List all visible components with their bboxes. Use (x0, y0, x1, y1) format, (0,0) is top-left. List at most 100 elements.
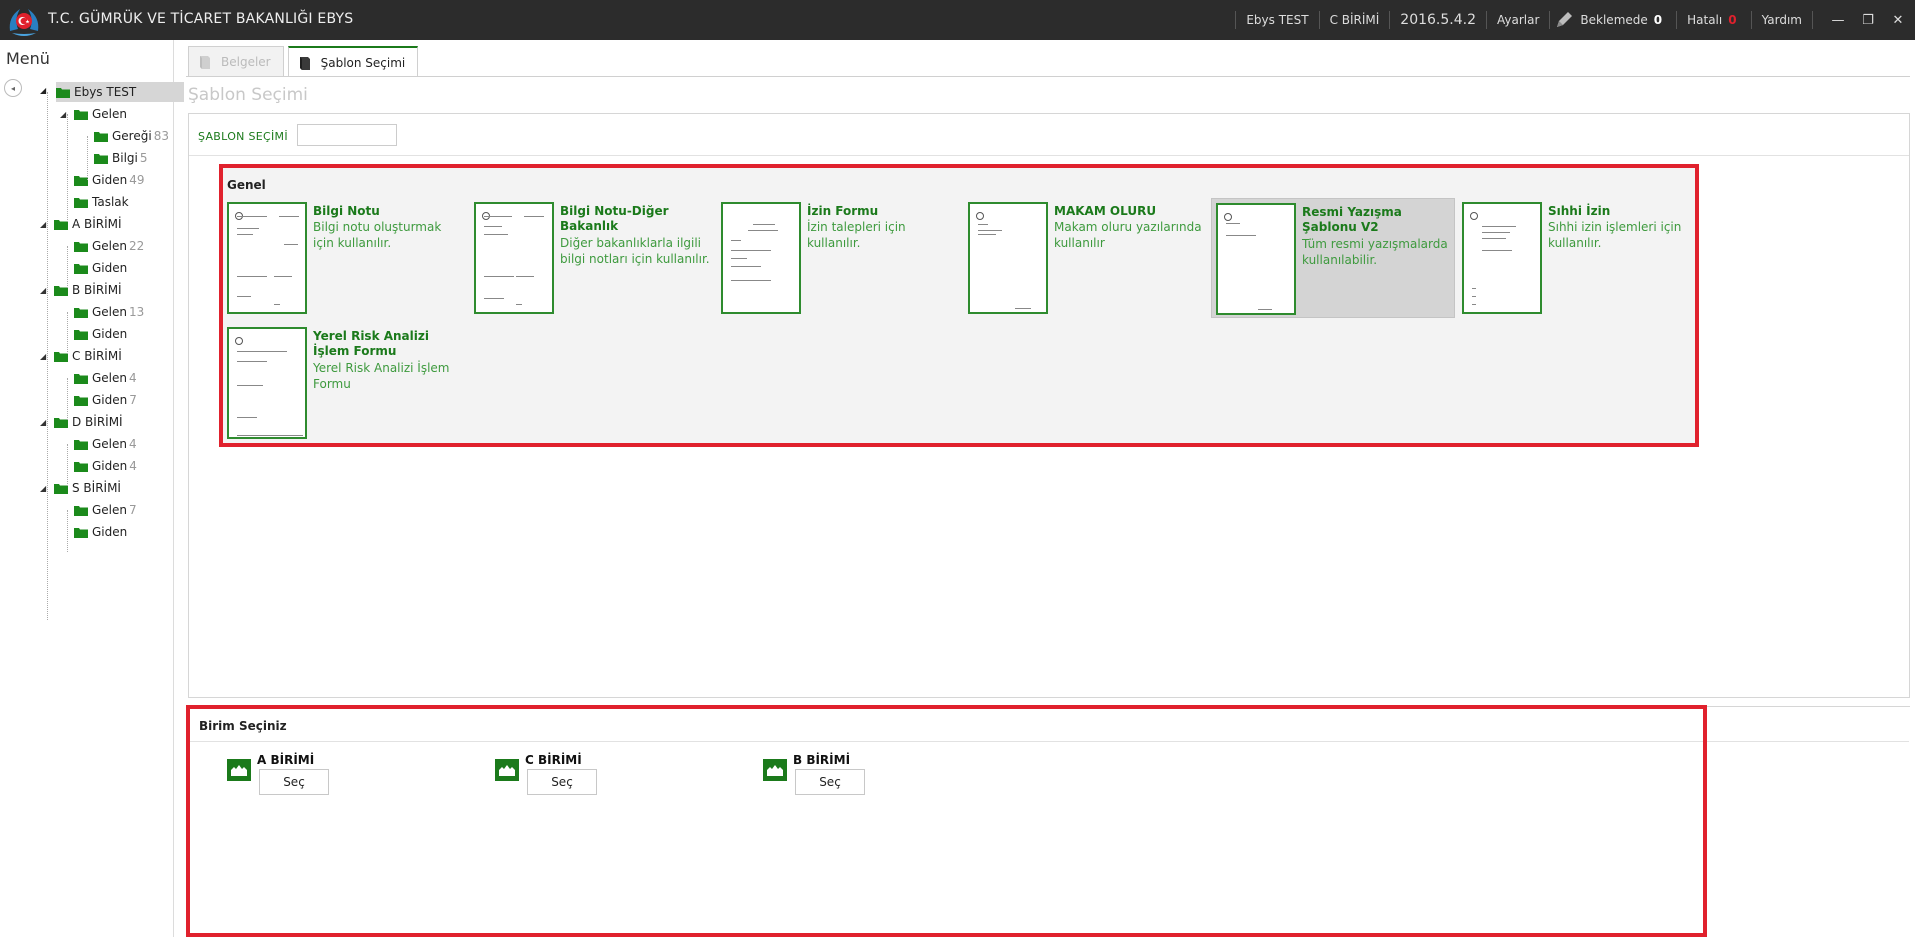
tree-item[interactable]: Giden (60, 258, 127, 278)
folder-icon (94, 153, 108, 164)
thumbnail-text-line (237, 417, 257, 418)
tree-expand-icon[interactable]: ◢ (40, 86, 46, 95)
thumbnail-text-line (748, 230, 778, 231)
template-thumbnail[interactable] (227, 202, 307, 314)
tree-item-label: Ebys TEST (74, 85, 137, 99)
settings-link[interactable]: Ayarlar (1497, 13, 1539, 27)
tab-belgeler[interactable]: Belgeler (188, 46, 284, 76)
tree-item-count: 13 (129, 305, 145, 319)
tree-item[interactable]: ◢ Gelen (60, 104, 127, 124)
tree-item[interactable]: Bilgi 5 (80, 148, 148, 168)
template-card[interactable]: Yerel Risk Analizi İşlem Formu Yerel Risk… (223, 323, 467, 443)
tree-item-count: 4 (129, 371, 137, 385)
book-icon (299, 56, 310, 70)
template-thumbnail[interactable] (1462, 202, 1542, 314)
template-card[interactable]: MAKAM OLURU Makam oluru yazılarında kulla… (964, 198, 1208, 318)
tree-item-label: Gelen (92, 107, 128, 121)
tree-item[interactable]: Gelen 22 (60, 236, 144, 256)
panel-divider (189, 155, 1909, 156)
template-thumbnail[interactable] (968, 202, 1048, 314)
tab-divider (186, 76, 1915, 77)
tree-item[interactable]: ◢ A BİRİMİ (40, 214, 122, 234)
help-link[interactable]: Yardım (1762, 13, 1802, 27)
minimize-icon[interactable]: — (1827, 0, 1849, 40)
toolbar-divider (1389, 11, 1391, 29)
template-card[interactable]: İzin Formu İzin talepleri için kullanılır… (717, 198, 961, 318)
tree-item[interactable]: Giden (60, 324, 127, 344)
template-thumbnail[interactable] (227, 327, 307, 439)
tree-item-count: 7 (129, 503, 137, 517)
tab-sablon-secimi[interactable]: Şablon Seçimi (287, 46, 419, 77)
tree-item[interactable]: Gereği 83 (80, 126, 169, 146)
tree-item[interactable]: Giden 7 (60, 390, 137, 410)
sablon-search-input[interactable] (297, 124, 397, 146)
tree-item[interactable]: Gelen 4 (60, 434, 137, 454)
current-unit[interactable]: C BİRİMİ (1330, 13, 1380, 27)
error-label[interactable]: Hatalı (1687, 13, 1722, 27)
toolbar-divider (1549, 11, 1551, 29)
folder-icon (74, 439, 88, 450)
folder-icon (74, 527, 88, 538)
template-card[interactable]: Bilgi Notu-Diğer Bakanlık Diğer bakanlıkl… (470, 198, 714, 318)
tree-item[interactable]: Gelen 13 (60, 302, 144, 322)
tree-item[interactable]: ◢ C BİRİMİ (40, 346, 122, 366)
folder-icon (74, 395, 88, 406)
folder-icon (74, 505, 88, 516)
error-count[interactable]: 0 (1728, 13, 1736, 27)
tree-item-label: Bilgi (112, 151, 138, 165)
restore-icon[interactable]: ❐ (1857, 0, 1879, 40)
tree-connector-line (47, 92, 48, 620)
template-card[interactable]: Resmi Yazışma Şablonu V2 Tüm resmi yazışm… (1211, 198, 1455, 318)
user-name[interactable]: Ebys TEST (1246, 13, 1308, 27)
thumbnail-text-line (1226, 235, 1256, 236)
tree-item[interactable]: Giden (60, 522, 127, 542)
tree-item[interactable]: Giden 49 (60, 170, 145, 190)
folder-icon (54, 483, 68, 494)
template-name[interactable]: İzin Formu (807, 204, 957, 219)
sidebar: Menü ◂ Ebys TEST ◢ Gelen Gereği 83 Bilgi 5 Gide… (0, 40, 184, 937)
template-name[interactable]: Sıhhi İzin (1548, 204, 1698, 219)
thumbnail-text-line (484, 298, 504, 299)
tree-item[interactable]: Gelen 4 (60, 368, 137, 388)
template-thumbnail[interactable] (1216, 203, 1296, 315)
tree-item[interactable]: Giden 4 (60, 456, 137, 476)
toolbar-divider (1318, 11, 1320, 29)
template-thumbnail[interactable] (474, 202, 554, 314)
tree-item[interactable]: Gelen 7 (60, 500, 137, 520)
thumbnail-text-line (484, 234, 508, 235)
tree-expand-icon[interactable]: ◢ (40, 220, 50, 229)
tree-item[interactable]: Ebys TEST (56, 82, 184, 102)
tree-item[interactable]: ◢ S BİRİMİ (40, 478, 121, 498)
ministry-logo-icon (9, 9, 39, 36)
pending-count[interactable]: 0 (1654, 13, 1662, 27)
template-thumbnail[interactable] (721, 202, 801, 314)
tree-item[interactable]: ◢ D BİRİMİ (40, 412, 123, 432)
template-name[interactable]: Bilgi Notu-Diğer Bakanlık (560, 204, 710, 234)
pending-label[interactable]: Beklemede (1580, 13, 1647, 27)
tree-expand-icon[interactable]: ◢ (40, 352, 50, 361)
template-card[interactable]: Bilgi Notu Bilgi notu oluşturmak için kul… (223, 198, 467, 318)
top-right-toolbar: Ebys TEST C BİRİMİ 2016.5.4.2 Ayarlar Be… (1225, 0, 1915, 40)
tree-connector-line (67, 114, 68, 222)
tree-item[interactable]: Taslak (60, 192, 129, 212)
thumbnail-text-line (237, 228, 259, 229)
tree-expand-icon[interactable]: ◢ (60, 110, 70, 119)
template-name[interactable]: MAKAM OLURU (1054, 204, 1204, 219)
tree-item-label: Giden (92, 173, 128, 187)
tree-item[interactable]: ◢ B BİRİMİ (40, 280, 122, 300)
collapse-sidebar-icon[interactable]: ◂ (4, 79, 22, 97)
thumbnail-text-line (274, 304, 280, 305)
template-name[interactable]: Resmi Yazışma Şablonu V2 (1302, 205, 1452, 235)
tree-expand-icon[interactable]: ◢ (40, 286, 50, 295)
tree-expand-icon[interactable]: ◢ (40, 484, 50, 493)
close-icon[interactable]: ✕ (1887, 0, 1909, 40)
folder-icon (74, 109, 88, 120)
folder-icon (54, 219, 68, 230)
thumbnail-text-line (731, 240, 741, 241)
app-title: T.C. GÜMRÜK VE TİCARET BAKANLIĞI EBYS (48, 11, 354, 27)
template-description: Makam oluru yazılarında kullanılır (1054, 220, 1202, 250)
template-card[interactable]: Sıhhi İzin Sıhhi izin işlemleri için kull… (1458, 198, 1702, 318)
tree-expand-icon[interactable]: ◢ (40, 418, 50, 427)
template-name[interactable]: Yerel Risk Analizi İşlem Formu (313, 329, 463, 359)
template-name[interactable]: Bilgi Notu (313, 204, 463, 219)
